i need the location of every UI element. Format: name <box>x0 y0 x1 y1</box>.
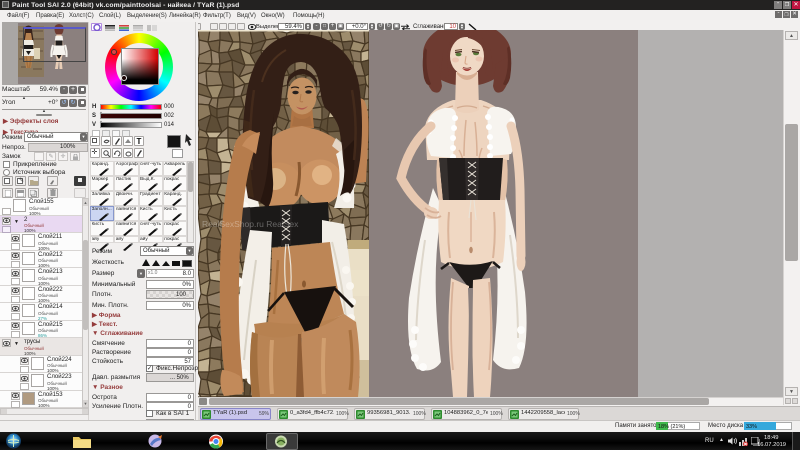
svg-text:RealSexShop.ru RealSex: RealSexShop.ru RealSex <box>202 219 299 229</box>
